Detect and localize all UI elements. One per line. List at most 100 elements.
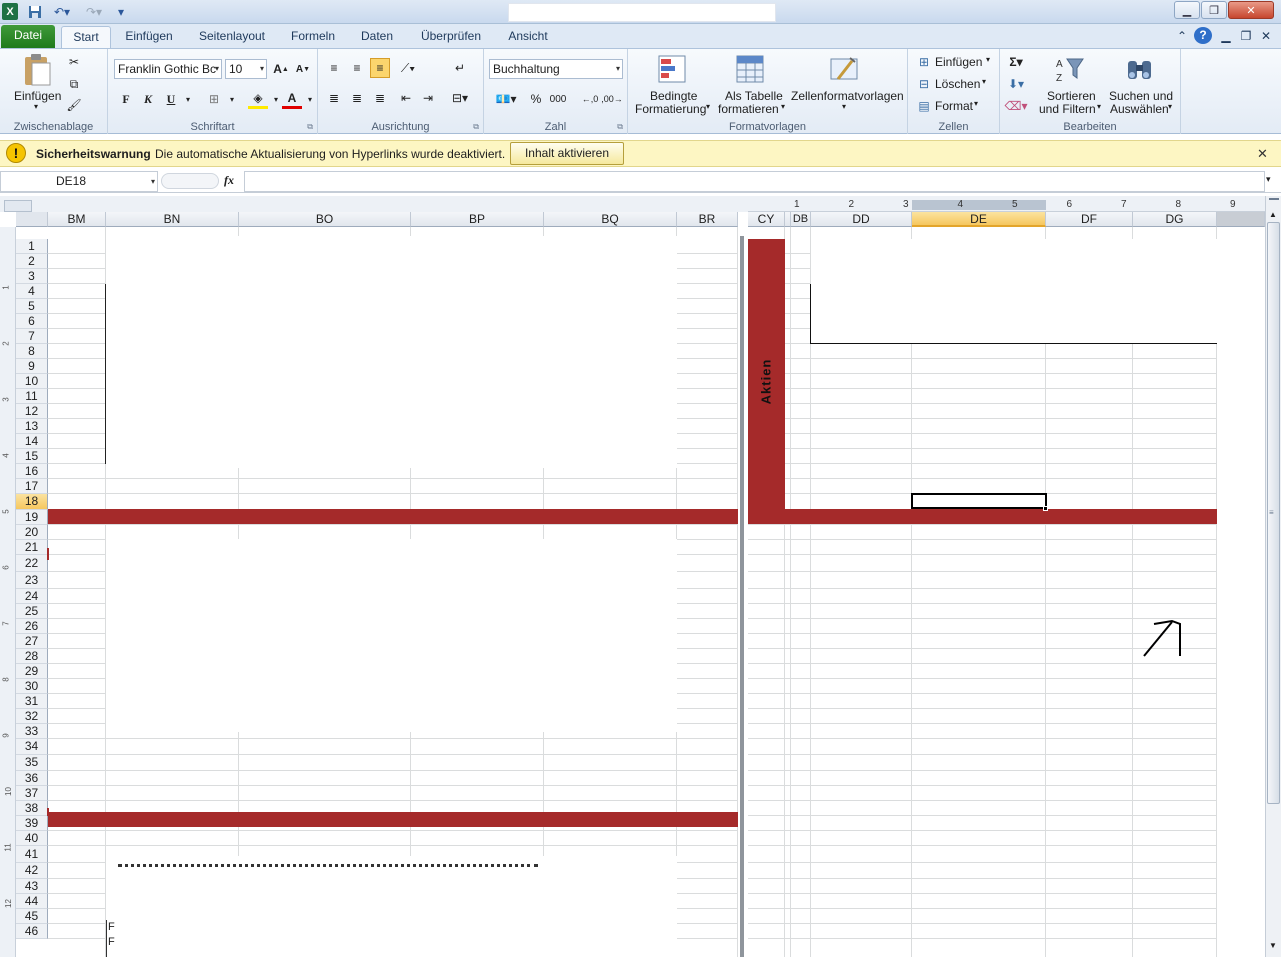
font-color-icon[interactable]: A <box>282 89 302 109</box>
format-painter-icon[interactable]: 🖌 <box>64 95 84 115</box>
row-header[interactable]: 44 <box>16 894 48 909</box>
doc-close-icon[interactable]: ✕ <box>1258 26 1274 48</box>
percent-style-icon[interactable]: % <box>526 89 546 109</box>
row-header[interactable]: 19 <box>16 510 48 525</box>
row-header[interactable]: 17 <box>16 479 48 494</box>
italic-button[interactable]: K <box>138 89 158 109</box>
tab-datei[interactable]: Datei <box>1 25 55 48</box>
close-window-button[interactable]: ✕ <box>1228 1 1274 19</box>
minimize-button[interactable]: ▁ <box>1174 1 1200 19</box>
row-header[interactable]: 2 <box>16 254 48 269</box>
conditional-formatting-dropdown-icon[interactable]: ▾ <box>706 102 710 111</box>
format-as-table-icon[interactable] <box>736 55 766 85</box>
scroll-down-icon[interactable]: ▼ <box>1269 941 1277 950</box>
format-cells-button[interactable]: Format <box>935 99 973 113</box>
row-header[interactable]: 8 <box>16 344 48 359</box>
sort-filter-icon[interactable]: AZ <box>1055 55 1085 85</box>
wrap-text-icon[interactable]: ↵ <box>450 58 470 78</box>
autosum-icon[interactable]: Σ▾ <box>1006 52 1026 72</box>
enable-content-button[interactable]: Inhalt aktivieren <box>510 142 624 165</box>
fill-color-icon[interactable]: ◈ <box>248 89 268 109</box>
row-header[interactable]: 43 <box>16 879 48 894</box>
row-header[interactable]: 20 <box>16 525 48 540</box>
delete-cells-icon[interactable]: ⊟ <box>914 74 934 94</box>
sort-filter-label-2[interactable]: und Filtern <box>1039 102 1096 116</box>
row-header[interactable]: 41 <box>16 846 48 863</box>
vertical-split-bar[interactable] <box>740 236 744 957</box>
row-header[interactable]: 13 <box>16 419 48 434</box>
row-header[interactable]: 45 <box>16 909 48 924</box>
select-all-button[interactable] <box>4 200 32 212</box>
name-box[interactable]: DE18 ▾ <box>0 171 158 192</box>
col-header-dd[interactable]: DD <box>811 212 912 227</box>
font-dialog-launcher-icon[interactable]: ⧉ <box>307 122 313 132</box>
format-as-table-label-1[interactable]: Als Tabelle <box>725 89 783 103</box>
doc-minimize-icon[interactable]: ▁ <box>1218 26 1234 48</box>
row-header[interactable]: 34 <box>16 739 48 755</box>
row-header[interactable]: 36 <box>16 771 48 786</box>
tab-einfuegen[interactable]: Einfügen <box>117 26 181 48</box>
chart-area-middle[interactable] <box>106 539 677 732</box>
underline-dropdown-icon[interactable]: ▾ <box>178 89 198 109</box>
chart-area-bottom[interactable] <box>106 856 677 957</box>
formula-input[interactable] <box>244 171 1265 192</box>
insert-cells-dropdown-icon[interactable]: ▾ <box>986 55 990 64</box>
decrease-indent-icon[interactable]: ⇤ <box>396 88 416 108</box>
format-cells-icon[interactable]: ▤ <box>914 96 934 116</box>
row-header[interactable]: 5 <box>16 299 48 314</box>
bold-button[interactable]: F <box>116 89 136 109</box>
format-as-table-dropdown-icon[interactable]: ▾ <box>781 102 785 111</box>
row-header[interactable]: 15 <box>16 449 48 464</box>
cell-styles-icon[interactable] <box>830 55 860 85</box>
row-header[interactable]: 23 <box>16 572 48 589</box>
row-header[interactable]: 24 <box>16 589 48 604</box>
row-header[interactable]: 22 <box>16 555 48 572</box>
scroll-up-icon[interactable]: ▲ <box>1269 210 1277 219</box>
customize-toolbar-icon[interactable]: ▾ <box>114 3 128 20</box>
conditional-formatting-icon[interactable] <box>658 55 688 85</box>
sort-filter-dropdown-icon[interactable]: ▾ <box>1097 102 1101 111</box>
row-header[interactable]: 1 <box>16 239 48 254</box>
expand-formula-bar-icon[interactable]: ▾ <box>1266 174 1271 185</box>
row-header[interactable]: 35 <box>16 755 48 771</box>
row-header[interactable]: 26 <box>16 619 48 634</box>
row-header[interactable]: 33 <box>16 724 48 739</box>
close-security-bar-icon[interactable]: ✕ <box>1257 146 1268 162</box>
fill-icon[interactable]: ⬇▾ <box>1006 74 1026 94</box>
col-header-br[interactable]: BR <box>677 212 738 227</box>
row-header[interactable]: 32 <box>16 709 48 724</box>
align-right-icon[interactable]: ≣ <box>370 88 390 108</box>
delete-cells-dropdown-icon[interactable]: ▾ <box>982 77 986 86</box>
paste-icon[interactable] <box>22 53 52 86</box>
format-cells-dropdown-icon[interactable]: ▾ <box>974 99 978 108</box>
row-header[interactable]: 46 <box>16 924 48 939</box>
font-color-dropdown-icon[interactable]: ▾ <box>300 89 320 109</box>
maximize-button[interactable]: ❐ <box>1201 1 1227 19</box>
minimize-ribbon-icon[interactable]: ⌃ <box>1174 26 1190 48</box>
redo-icon[interactable]: ↷▾ <box>82 3 106 20</box>
col-header-bm[interactable]: BM <box>48 212 106 227</box>
shrink-font-icon[interactable]: A ▼ <box>293 59 313 79</box>
row-header[interactable]: 39 <box>16 816 48 831</box>
col-header-bo[interactable]: BO <box>239 212 411 227</box>
insert-cells-button[interactable]: Einfügen <box>935 55 982 69</box>
increase-indent-icon[interactable]: ⇥ <box>418 88 438 108</box>
find-select-label-1[interactable]: Suchen und <box>1109 89 1173 103</box>
row-header[interactable]: 21 <box>16 540 48 555</box>
tab-start[interactable]: Start <box>61 26 111 48</box>
align-middle-icon[interactable]: ≡ <box>347 58 367 78</box>
row-header[interactable]: 30 <box>16 679 48 694</box>
row-header[interactable]: 7 <box>16 329 48 344</box>
col-header-cy[interactable]: CY <box>748 212 785 227</box>
row-header[interactable]: 4 <box>16 284 48 299</box>
row-header[interactable]: 10 <box>16 374 48 389</box>
row-header[interactable]: 18 <box>16 494 48 510</box>
doc-restore-icon[interactable]: ❐ <box>1238 26 1254 48</box>
tab-seitenlayout[interactable]: Seitenlayout <box>191 26 273 48</box>
conditional-formatting-label-1[interactable]: Bedingte <box>650 89 697 103</box>
row-header[interactable]: 3 <box>16 269 48 284</box>
col-header-bp[interactable]: BP <box>411 212 544 227</box>
formula-bar-resize-handle[interactable] <box>161 173 219 189</box>
row-header[interactable]: 16 <box>16 464 48 479</box>
borders-dropdown-icon[interactable]: ▾ <box>222 89 242 109</box>
